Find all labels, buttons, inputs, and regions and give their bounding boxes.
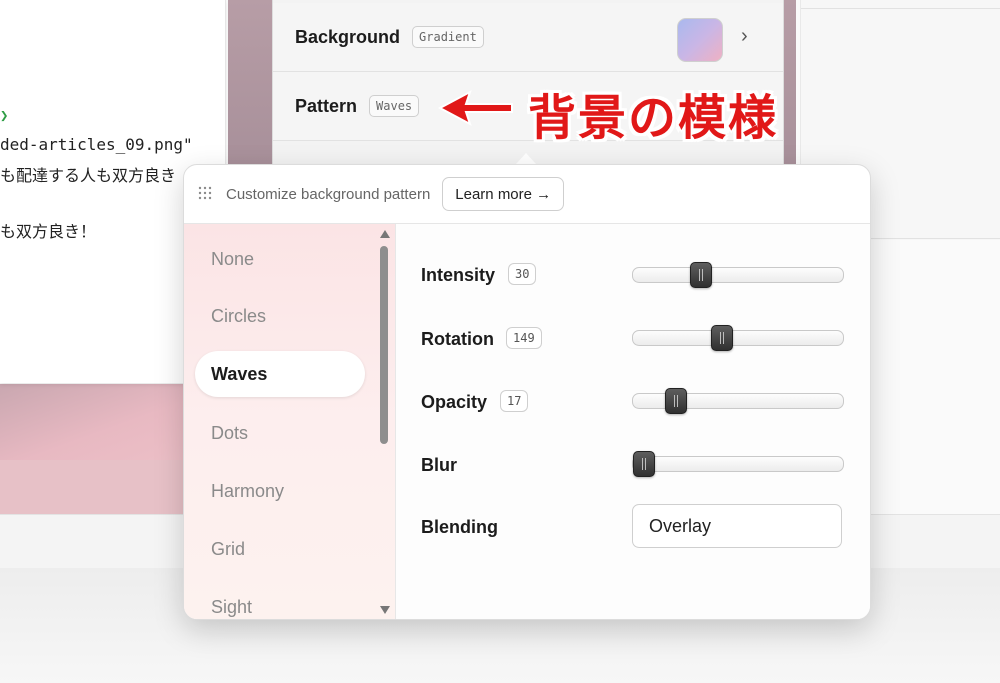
pattern-item-harmony[interactable]: Harmony bbox=[195, 468, 365, 514]
setting-tag: Waves bbox=[369, 95, 420, 117]
popover-title: Customize background pattern bbox=[226, 185, 431, 203]
blending-label: Blending bbox=[421, 517, 498, 537]
grip-dots-icon[interactable] bbox=[198, 186, 214, 202]
code-line: も配達する人も双方良き bbox=[0, 166, 177, 185]
pattern-item-none[interactable]: None bbox=[195, 236, 365, 282]
setting-label: Background bbox=[295, 26, 401, 47]
pattern-popover: Customize background pattern Learn more … bbox=[183, 164, 871, 620]
pattern-item-dots[interactable]: Dots bbox=[195, 410, 365, 456]
blur-slider-thumb[interactable] bbox=[633, 451, 655, 477]
opacity-slider-thumb[interactable] bbox=[665, 388, 687, 414]
opacity-label: Opacity bbox=[421, 392, 488, 412]
pattern-controls: Intensity 30 Rotation 149 Opacity 17 Blu… bbox=[396, 224, 870, 619]
setting-label: Pattern bbox=[295, 95, 358, 116]
setting-tag: Gradient bbox=[412, 26, 484, 48]
pattern-item-label: None bbox=[211, 248, 255, 269]
intensity-value-badge: 30 bbox=[508, 263, 537, 285]
pattern-item-label: Grid bbox=[211, 538, 246, 559]
pattern-item-waves[interactable]: Waves bbox=[195, 351, 365, 397]
annotation-label: 背景の模様 bbox=[528, 90, 779, 146]
intensity-label: Intensity bbox=[421, 265, 496, 285]
diff-marker: ❯ bbox=[0, 108, 9, 124]
popover-header: Customize background pattern Learn more … bbox=[184, 165, 870, 224]
popover-caret bbox=[516, 153, 536, 164]
pattern-item-grid[interactable]: Grid bbox=[195, 526, 365, 572]
blending-select-value: Overlay bbox=[649, 515, 712, 536]
gradient-swatch[interactable] bbox=[677, 18, 723, 62]
pattern-item-label: Circles bbox=[211, 305, 267, 326]
pattern-item-label: Dots bbox=[211, 422, 249, 443]
pattern-item-label: Harmony bbox=[211, 480, 285, 501]
learn-more-button[interactable]: Learn more → bbox=[442, 177, 565, 211]
pattern-list: None Circles Waves Dots Harmony Grid Sig… bbox=[184, 224, 396, 619]
opacity-slider[interactable] bbox=[632, 388, 844, 414]
pattern-item-label: Waves bbox=[211, 363, 268, 384]
pattern-item-sight[interactable]: Sight bbox=[195, 584, 365, 619]
blur-label: Blur bbox=[421, 455, 457, 475]
scroll-down-icon[interactable] bbox=[380, 606, 390, 614]
rotation-slider[interactable] bbox=[632, 325, 844, 351]
scroll-thumb[interactable] bbox=[380, 246, 388, 444]
setting-row-background[interactable]: Background Gradient › bbox=[273, 3, 783, 72]
pattern-item-label: Sight bbox=[211, 596, 253, 617]
scroll-up-icon[interactable] bbox=[380, 230, 390, 238]
red-arrow-icon bbox=[437, 89, 513, 127]
rotation-value-badge: 149 bbox=[506, 327, 542, 349]
intensity-slider[interactable] bbox=[632, 262, 844, 288]
blending-select[interactable]: Overlay bbox=[632, 504, 842, 548]
chevron-right-icon: › bbox=[741, 25, 748, 47]
blur-slider[interactable] bbox=[632, 451, 844, 477]
intensity-slider-thumb[interactable] bbox=[690, 262, 713, 288]
pattern-scrollbar[interactable] bbox=[377, 226, 391, 619]
rotation-slider-thumb[interactable] bbox=[711, 325, 734, 351]
pattern-item-circles[interactable]: Circles bbox=[195, 293, 365, 339]
rotation-label: Rotation bbox=[421, 329, 494, 349]
code-line: も双方良き！ bbox=[0, 222, 97, 241]
code-line: ded-articles_09.png" bbox=[0, 135, 193, 154]
opacity-value-badge: 17 bbox=[500, 390, 529, 412]
